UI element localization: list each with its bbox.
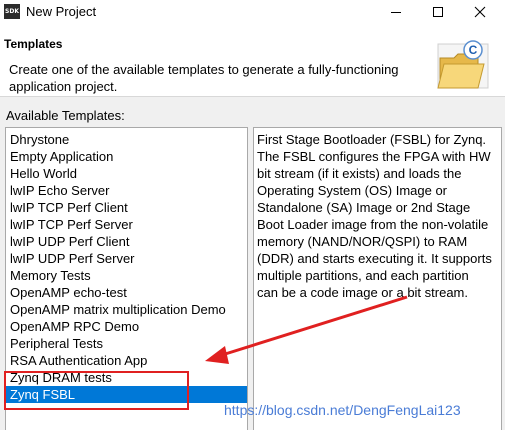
list-item[interactable]: lwIP TCP Perf Client <box>6 199 247 216</box>
list-item[interactable]: RSA Authentication App <box>6 352 247 369</box>
maximize-icon <box>433 7 443 17</box>
list-item[interactable]: OpenAMP echo-test <box>6 284 247 301</box>
list-item[interactable]: Memory Tests <box>6 267 247 284</box>
maximize-button[interactable] <box>418 0 458 24</box>
watermark-url: https://blog.csdn.net/DengFengLai123 <box>224 402 461 418</box>
list-item[interactable]: OpenAMP RPC Demo <box>6 318 247 335</box>
page-title: Templates <box>4 37 63 51</box>
new-project-folder-icon: C <box>437 40 489 89</box>
list-item[interactable]: lwIP Echo Server <box>6 182 247 199</box>
close-icon <box>474 6 486 18</box>
window-title: New Project <box>26 4 97 19</box>
list-item[interactable]: OpenAMP matrix multiplication Demo <box>6 301 247 318</box>
minimize-button[interactable] <box>376 0 416 24</box>
list-item[interactable]: lwIP UDP Perf Client <box>6 233 247 250</box>
close-button[interactable] <box>460 0 500 24</box>
template-description-text: First Stage Bootloader (FSBL) for Zynq. … <box>257 132 492 300</box>
minimize-icon <box>391 12 401 13</box>
list-item[interactable]: lwIP UDP Perf Server <box>6 250 247 267</box>
sdk-app-icon: SDK <box>4 4 20 19</box>
list-item-selected[interactable]: Zynq FSBL <box>6 386 247 403</box>
template-description-panel: First Stage Bootloader (FSBL) for Zynq. … <box>253 127 502 430</box>
list-item[interactable]: Empty Application <box>6 148 247 165</box>
title-bar: SDK New Project <box>0 0 505 24</box>
svg-text:C: C <box>469 43 478 57</box>
list-item[interactable]: Hello World <box>6 165 247 182</box>
available-templates-label: Available Templates: <box>6 108 125 123</box>
wizard-header: Templates Create one of the available te… <box>0 24 505 97</box>
list-item[interactable]: Zynq DRAM tests <box>6 369 247 386</box>
list-item[interactable]: Peripheral Tests <box>6 335 247 352</box>
list-item[interactable]: lwIP TCP Perf Server <box>6 216 247 233</box>
page-description: Create one of the available templates to… <box>9 62 399 94</box>
templates-list[interactable]: Dhrystone Empty Application Hello World … <box>5 127 248 430</box>
list-item[interactable]: Dhrystone <box>6 131 247 148</box>
